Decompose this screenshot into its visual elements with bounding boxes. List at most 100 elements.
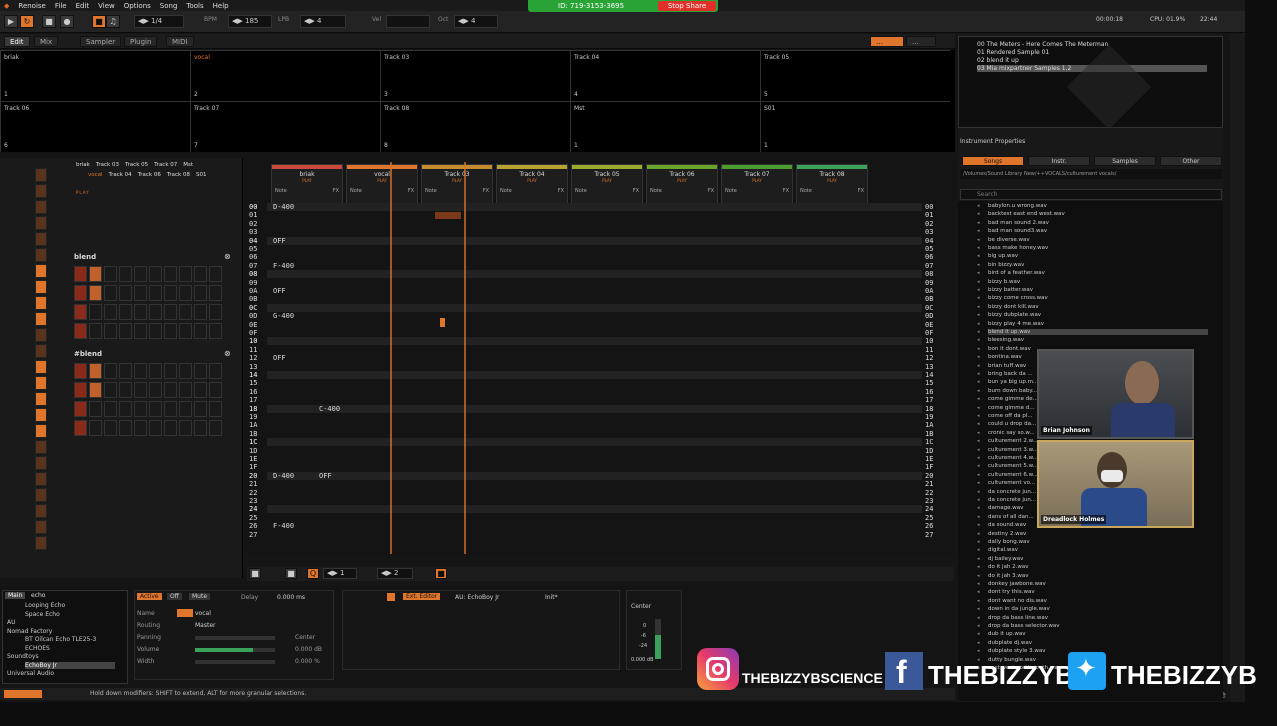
quantize-button[interactable]: Q — [307, 568, 319, 579]
file-list-item[interactable]: dubplate dj.wav — [988, 640, 1032, 646]
pad-button[interactable] — [35, 392, 47, 406]
close-icon[interactable]: ⊗ — [224, 252, 231, 261]
phrase-slot[interactable] — [164, 382, 177, 398]
speaker-icon[interactable]: ◂ — [977, 531, 980, 537]
file-list-item[interactable]: digital.wav — [988, 547, 1018, 553]
scope-cell[interactable]: briak 1 — [0, 50, 190, 101]
speaker-icon[interactable]: ◂ — [977, 480, 980, 486]
pad-button[interactable] — [35, 296, 47, 310]
stop-share-button[interactable]: Stop Share — [658, 1, 716, 11]
phrase-slot[interactable] — [209, 266, 222, 282]
octave-stepper[interactable]: ◀▶ 1 — [323, 568, 357, 579]
speaker-icon[interactable]: ◂ — [977, 354, 980, 360]
pad-button[interactable] — [35, 200, 47, 214]
speaker-icon[interactable]: ◂ — [977, 438, 980, 444]
tab-songs[interactable]: Songs — [962, 156, 1024, 166]
speaker-icon[interactable]: ◂ — [977, 279, 980, 285]
phrase-slot[interactable] — [74, 323, 87, 339]
file-list-item[interactable]: down in da jungle.wav — [988, 606, 1050, 612]
scope-cell[interactable]: Track 06 6 — [0, 101, 190, 152]
speaker-icon[interactable]: ◂ — [977, 363, 980, 369]
pad-button[interactable] — [35, 344, 47, 358]
phrase-slot[interactable] — [164, 304, 177, 320]
speaker-icon[interactable]: ◂ — [977, 321, 980, 327]
phrase-slot[interactable] — [194, 285, 207, 301]
speaker-icon[interactable]: ◂ — [977, 556, 980, 562]
phrase-slot[interactable] — [104, 363, 117, 379]
speaker-icon[interactable]: ◂ — [977, 203, 980, 209]
speaker-icon[interactable]: ◂ — [977, 379, 980, 385]
pattern-note[interactable]: F-400 — [273, 522, 294, 530]
browser-search-input[interactable]: Search — [960, 189, 1222, 200]
file-list-item[interactable]: bizzy b.wav — [988, 279, 1020, 285]
file-list-item[interactable]: bird of a feather.wav — [988, 270, 1045, 276]
file-list-item[interactable]: burn down baby... — [988, 388, 1037, 394]
pad-button[interactable] — [35, 488, 47, 502]
browser-path[interactable]: /Volumes/Sound Library New/++VOCALS/cult… — [960, 169, 1222, 179]
speaker-icon[interactable]: ◂ — [977, 640, 980, 646]
phrase-slot[interactable] — [149, 304, 162, 320]
file-list-item[interactable]: blend it up.wav — [988, 329, 1208, 335]
file-list-item[interactable]: bontina.wav — [988, 354, 1022, 360]
speaker-icon[interactable]: ◂ — [977, 304, 980, 310]
phrase-slot[interactable] — [209, 363, 222, 379]
phrase-slot[interactable] — [104, 304, 117, 320]
file-list-item[interactable]: bon it dont.wav — [988, 346, 1031, 352]
speaker-icon[interactable]: ◂ — [977, 489, 980, 495]
phrase-slot[interactable] — [134, 363, 147, 379]
active-button[interactable]: Active — [137, 593, 162, 600]
speaker-icon[interactable]: ◂ — [977, 598, 980, 604]
pattern-note[interactable]: OFF — [273, 287, 286, 295]
pad-button[interactable] — [35, 424, 47, 438]
track-header[interactable]: Track 04 PLAY Note FX — [496, 164, 568, 204]
file-list-item[interactable]: dub it up.wav — [988, 631, 1026, 637]
file-list-item[interactable]: bad man sound 2.wav — [988, 220, 1049, 226]
pattern-note[interactable]: D-400 — [273, 203, 294, 211]
phrase-slot[interactable] — [89, 363, 102, 379]
phrase-slot[interactable] — [164, 266, 177, 282]
file-list-item[interactable]: drop da bass line.wav — [988, 615, 1048, 621]
menu-tools[interactable]: Tools — [186, 2, 203, 10]
scope-cell[interactable]: Track 04 4 — [570, 50, 760, 101]
file-list-item[interactable]: dans of all dan... — [988, 514, 1034, 520]
tab-samples[interactable]: Samples — [1094, 156, 1156, 166]
lpb-field[interactable]: ◀▶ 4 — [300, 15, 346, 28]
file-list-item[interactable]: da concrete jun... — [988, 489, 1036, 495]
file-list-item[interactable]: destiny 2.wav — [988, 531, 1026, 537]
metronome-button[interactable]: ♫ — [106, 15, 120, 28]
speaker-icon[interactable]: ◂ — [977, 329, 980, 335]
off-button[interactable]: Off — [167, 593, 182, 600]
file-list-item[interactable]: culturement 3.w... — [988, 447, 1038, 453]
phrase-slot[interactable] — [74, 363, 87, 379]
track-color-swatch[interactable] — [177, 609, 193, 617]
phrase-slot[interactable] — [89, 304, 102, 320]
device-enable-checkbox[interactable] — [387, 593, 395, 601]
speaker-icon[interactable]: ◂ — [977, 606, 980, 612]
file-list-item[interactable]: da sound.wav — [988, 522, 1026, 528]
speaker-icon[interactable]: ◂ — [977, 253, 980, 259]
device-preset[interactable]: Init* — [545, 594, 558, 601]
phrase-slot[interactable] — [149, 266, 162, 282]
phrase-slot[interactable] — [134, 304, 147, 320]
file-list-item[interactable]: donkey jawbone.wav — [988, 581, 1046, 587]
pad-button[interactable] — [35, 360, 47, 374]
stop-button[interactable]: ■ — [42, 15, 56, 28]
file-list-item[interactable]: bizzy come cross.wav — [988, 295, 1048, 301]
pad-button[interactable] — [35, 216, 47, 230]
phrase-slot[interactable] — [119, 323, 132, 339]
menu-song[interactable]: Song — [160, 2, 178, 10]
file-list-item[interactable]: bad man sound3.wav — [988, 228, 1047, 234]
phrase-slot[interactable] — [209, 420, 222, 436]
phrase-slot[interactable] — [194, 401, 207, 417]
pad-button[interactable] — [35, 408, 47, 422]
phrase-slot[interactable] — [74, 420, 87, 436]
phrase-slot[interactable] — [119, 304, 132, 320]
phrase-slot[interactable] — [209, 401, 222, 417]
phrase-slot[interactable] — [179, 420, 192, 436]
pad-button[interactable] — [35, 264, 47, 278]
file-list-item[interactable]: culturement 4.w... — [988, 455, 1038, 461]
octave-field[interactable]: ◀▶ 4 — [454, 15, 498, 28]
phrase-slot[interactable] — [164, 363, 177, 379]
phrase-slot[interactable] — [149, 420, 162, 436]
phrase-slot[interactable] — [179, 401, 192, 417]
